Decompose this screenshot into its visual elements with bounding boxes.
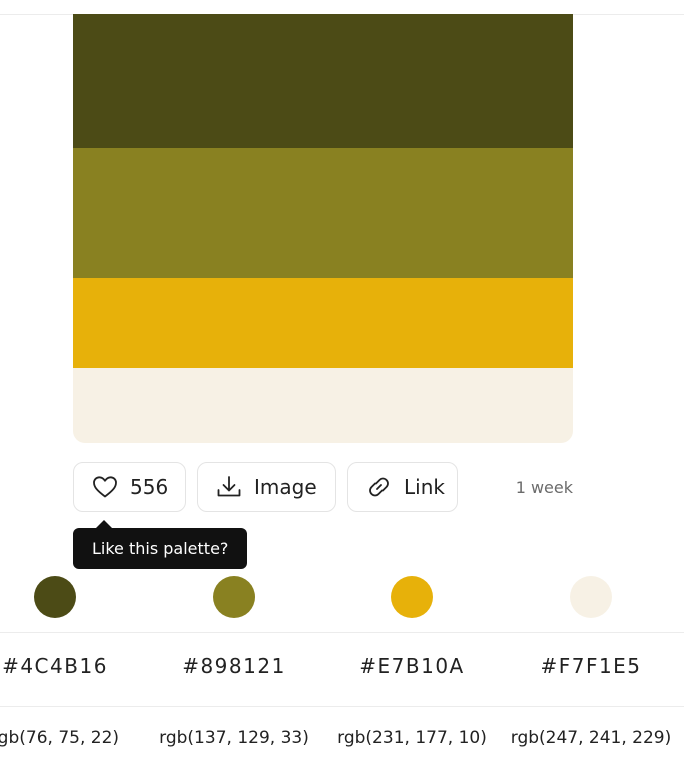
tooltip-text: Like this palette? xyxy=(92,539,229,558)
palette-actions: 556 Image Link 1 week xyxy=(73,462,573,514)
palette-swatch[interactable] xyxy=(73,14,573,148)
rgb-code[interactable]: rgb(76, 75, 22) xyxy=(0,728,145,748)
tooltip-arrow xyxy=(96,520,112,528)
download-image-button[interactable]: Image xyxy=(197,462,336,512)
like-count: 556 xyxy=(130,475,169,499)
color-dot[interactable] xyxy=(34,576,76,618)
download-icon xyxy=(216,474,242,500)
palette-age: 1 week xyxy=(515,478,573,497)
hex-code[interactable]: #F7F1E5 xyxy=(501,654,681,678)
like-tooltip: Like this palette? xyxy=(73,520,248,569)
heart-icon xyxy=(92,474,118,500)
color-dot[interactable] xyxy=(213,576,255,618)
rgb-code[interactable]: rgb(247, 241, 229) xyxy=(501,728,681,748)
hex-codes-row: #4C4B16 #898121 #E7B10A #F7F1E5 xyxy=(0,654,684,684)
rgb-codes-row: rgb(76, 75, 22) rgb(137, 129, 33) rgb(23… xyxy=(0,728,684,754)
palette-preview[interactable] xyxy=(73,14,573,443)
link-icon xyxy=(366,474,392,500)
palette-swatch[interactable] xyxy=(73,148,573,278)
like-button[interactable]: 556 xyxy=(73,462,186,512)
image-button-label: Image xyxy=(254,475,317,499)
copy-link-button[interactable]: Link xyxy=(347,462,458,512)
rgb-code[interactable]: rgb(231, 177, 10) xyxy=(322,728,502,748)
rgb-code[interactable]: rgb(137, 129, 33) xyxy=(144,728,324,748)
color-dot[interactable] xyxy=(391,576,433,618)
palette-swatch[interactable] xyxy=(73,368,573,443)
row-divider xyxy=(0,706,684,707)
hex-code[interactable]: #E7B10A xyxy=(322,654,502,678)
palette-page: 556 Image Link 1 week Like this palette?… xyxy=(0,0,684,759)
hex-code[interactable]: #898121 xyxy=(144,654,324,678)
row-divider xyxy=(0,632,684,633)
hex-code[interactable]: #4C4B16 xyxy=(0,654,145,678)
color-dots xyxy=(0,576,684,618)
link-button-label: Link xyxy=(404,475,445,499)
palette-swatch[interactable] xyxy=(73,278,573,368)
color-dot[interactable] xyxy=(570,576,612,618)
